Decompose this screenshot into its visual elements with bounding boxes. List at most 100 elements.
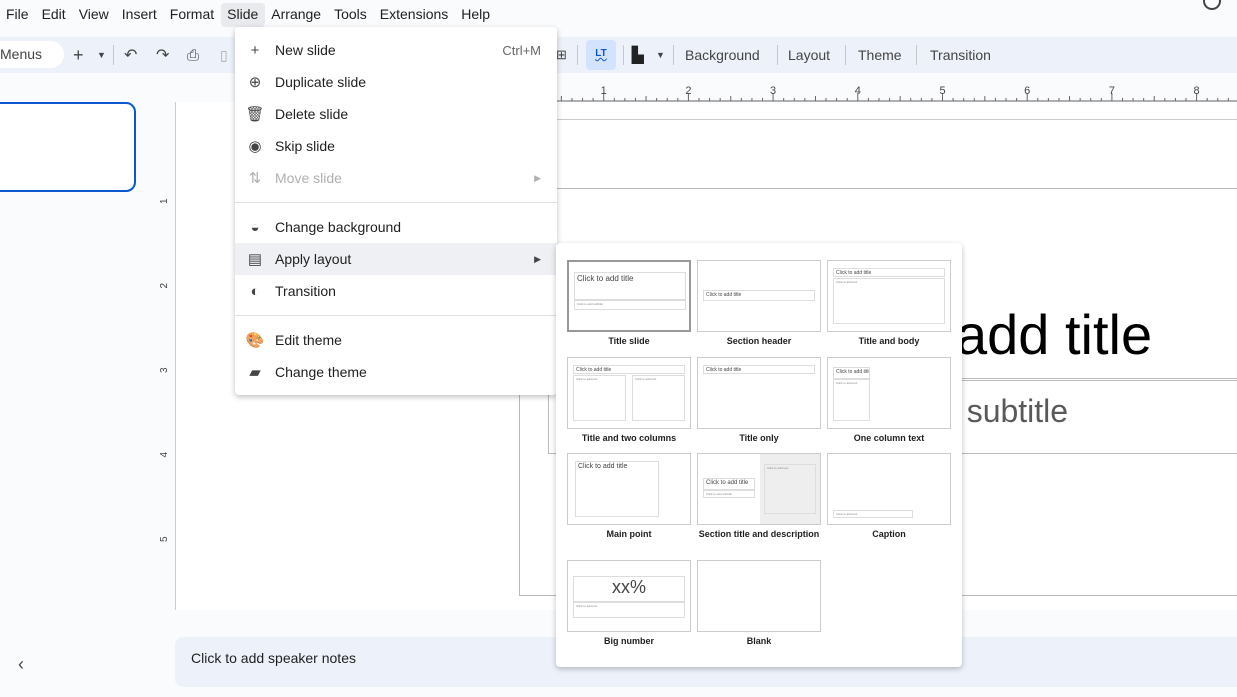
layout-option-title-only[interactable]: Click to add title Title only (697, 357, 821, 444)
placeholder: Click to add title (574, 272, 686, 300)
ruler-label: 7 (1109, 85, 1115, 97)
slide-menu: + New slide Ctrl+M ⊕ Duplicate slide 🗑 Delete … (235, 27, 557, 395)
menu-item-delete-slide[interactable]: 🗑 Delete slide (235, 98, 557, 130)
layout-option-title-slide[interactable]: Click to add title Click to add subtitle T… (567, 260, 691, 347)
layout-option-title-and-two-columns[interactable]: Click to add title Click to add text Click… (567, 357, 691, 444)
horizontal-ruler: 1 2 3 4 5 6 7 8 (556, 85, 1237, 102)
paint-format-icon[interactable]: ▯ (220, 37, 228, 73)
menu-item-transition[interactable]: ◐ Transition (235, 275, 557, 307)
menu-item-label: Change background (275, 219, 402, 235)
placeholder: Click to add text (833, 510, 913, 518)
placeholder: Click to add title (833, 268, 945, 277)
layout-button[interactable]: Layout (788, 37, 830, 73)
placeholder: Click to add text (833, 379, 870, 421)
menu-extensions[interactable]: Extensions (374, 3, 455, 27)
layout-option-blank[interactable]: Blank (697, 560, 821, 647)
ruler-label: 1 (601, 85, 607, 97)
new-slide-plus-icon[interactable]: + (73, 37, 84, 73)
ruler-label: 1 (159, 198, 170, 204)
layout-label: Section header (726, 336, 792, 346)
layout-option-big-number[interactable]: xx% Click to add text Big number (567, 560, 691, 647)
menu-item-label: Delete slide (275, 106, 349, 122)
placeholder: Click to add subtitle (703, 490, 755, 498)
redo-icon[interactable]: ↷ (156, 37, 169, 73)
placeholder: Click to add title (575, 461, 659, 517)
ruler-label: 4 (159, 452, 170, 458)
undo-icon[interactable]: ↶ (124, 37, 137, 73)
ruler-label: 8 (1194, 85, 1200, 97)
layout-option-title-and-body[interactable]: Click to add title Click to add text Title… (827, 260, 951, 347)
arrange-dropdown-icon[interactable]: ▼ (656, 37, 665, 73)
layout-label: One column text (853, 433, 925, 443)
slide-title-placeholder[interactable]: add title (956, 302, 1152, 367)
layout-thumbnail: Click to add title (697, 357, 821, 429)
menu-tools[interactable]: Tools (328, 3, 374, 27)
layout-option-one-column-text[interactable]: Click to add title Click to add text One c… (827, 357, 951, 444)
menu-item-label: New slide (275, 42, 336, 58)
layout-label: Blank (746, 636, 772, 646)
layout-label: Caption (872, 529, 906, 539)
menu-item-apply-layout[interactable]: ▤ Apply layout ▶ (235, 243, 557, 275)
ruler-label: 5 (159, 536, 170, 542)
menu-edit[interactable]: Edit (36, 3, 73, 27)
menu-arrange[interactable]: Arrange (265, 3, 328, 27)
placeholder: Click to add text (573, 602, 685, 618)
layout-thumbnail (697, 560, 821, 632)
menu-insert[interactable]: Insert (116, 3, 164, 27)
theme-button[interactable]: Theme (858, 37, 902, 73)
placeholder: Click to add text (833, 278, 945, 324)
background-button[interactable]: Background (685, 37, 760, 73)
layout-label: Section title and description (698, 529, 820, 539)
insert-box-icon[interactable]: ⊞ (556, 37, 567, 73)
submenu-arrow-icon: ▶ (534, 172, 541, 183)
menu-format[interactable]: Format (164, 3, 221, 27)
layout-option-main-point[interactable]: Click to add title Main point (567, 453, 691, 540)
layout-option-caption[interactable]: Click to add text Caption (827, 453, 951, 540)
placeholder: Click to add subtitle (574, 300, 686, 310)
menu-item-label: Skip slide (275, 138, 335, 154)
layout-icon: ▤ (247, 251, 263, 268)
collapse-filmstrip-chevron-left-icon[interactable]: ‹ (18, 654, 24, 675)
menu-item-duplicate-slide[interactable]: ⊕ Duplicate slide (235, 66, 557, 98)
layout-label: Title slide (608, 336, 650, 346)
print-icon[interactable]: ⎙ (187, 37, 199, 73)
layout-thumbnail: Click to add title Click to add text Click… (567, 357, 691, 429)
menu-item-edit-theme[interactable]: 🎨 Edit theme (235, 324, 557, 356)
menu-item-skip-slide[interactable]: ◉ Skip slide (235, 130, 557, 162)
ruler-label: 3 (770, 85, 776, 97)
slide-thumbnail[interactable] (0, 102, 136, 192)
shortcut-label: Ctrl+M (502, 42, 541, 58)
placeholder: Click to add title (703, 478, 755, 490)
arrange-icon[interactable]: ▙ (632, 37, 644, 73)
menu-item-label: Transition (275, 283, 336, 299)
menu-item-label: Move slide (275, 170, 342, 186)
new-slide-dropdown-icon[interactable]: ▼ (97, 37, 106, 73)
layout-label: Main point (606, 529, 652, 539)
layout-option-section-title-and-description[interactable]: Click to add text Click to add title Click… (697, 453, 821, 540)
submenu-arrow-icon: ▶ (534, 253, 541, 264)
layout-option-section-header[interactable]: Click to add title Section header (697, 260, 821, 347)
menu-item-move-slide[interactable]: ⇅ Move slide ▶ (235, 162, 557, 194)
vertical-ruler: 1 2 3 4 5 (159, 198, 170, 542)
duplicate-icon: ⊕ (248, 74, 262, 91)
background-icon: ◒ (250, 218, 260, 236)
menu-file[interactable]: File (0, 3, 36, 27)
menu-item-label: Duplicate slide (275, 74, 367, 90)
menu-item-change-theme[interactable]: ▰ Change theme (235, 356, 557, 388)
layout-thumbnail: Click to add text (827, 453, 951, 525)
search-menus-input[interactable]: Menus (0, 41, 64, 68)
menu-slide[interactable]: Slide (221, 3, 266, 27)
paint-roller-icon: ▰ (249, 364, 261, 381)
transition-button[interactable]: Transition (930, 37, 991, 73)
menu-item-new-slide[interactable]: + New slide Ctrl+M (235, 34, 557, 66)
placeholder: Click to add title (833, 367, 870, 379)
history-icon[interactable] (1203, 0, 1221, 10)
trash-icon: 🗑 (245, 106, 265, 123)
menu-bar: File Edit View Insert Format Slide Arran… (0, 3, 497, 27)
menu-view[interactable]: View (73, 3, 116, 27)
menu-help[interactable]: Help (455, 3, 497, 27)
ruler-label: 5 (939, 85, 945, 97)
menu-item-change-background[interactable]: ◒ Change background (235, 211, 557, 243)
spellcheck-icon[interactable]: LT (586, 40, 616, 70)
ruler-label: 2 (685, 85, 691, 97)
